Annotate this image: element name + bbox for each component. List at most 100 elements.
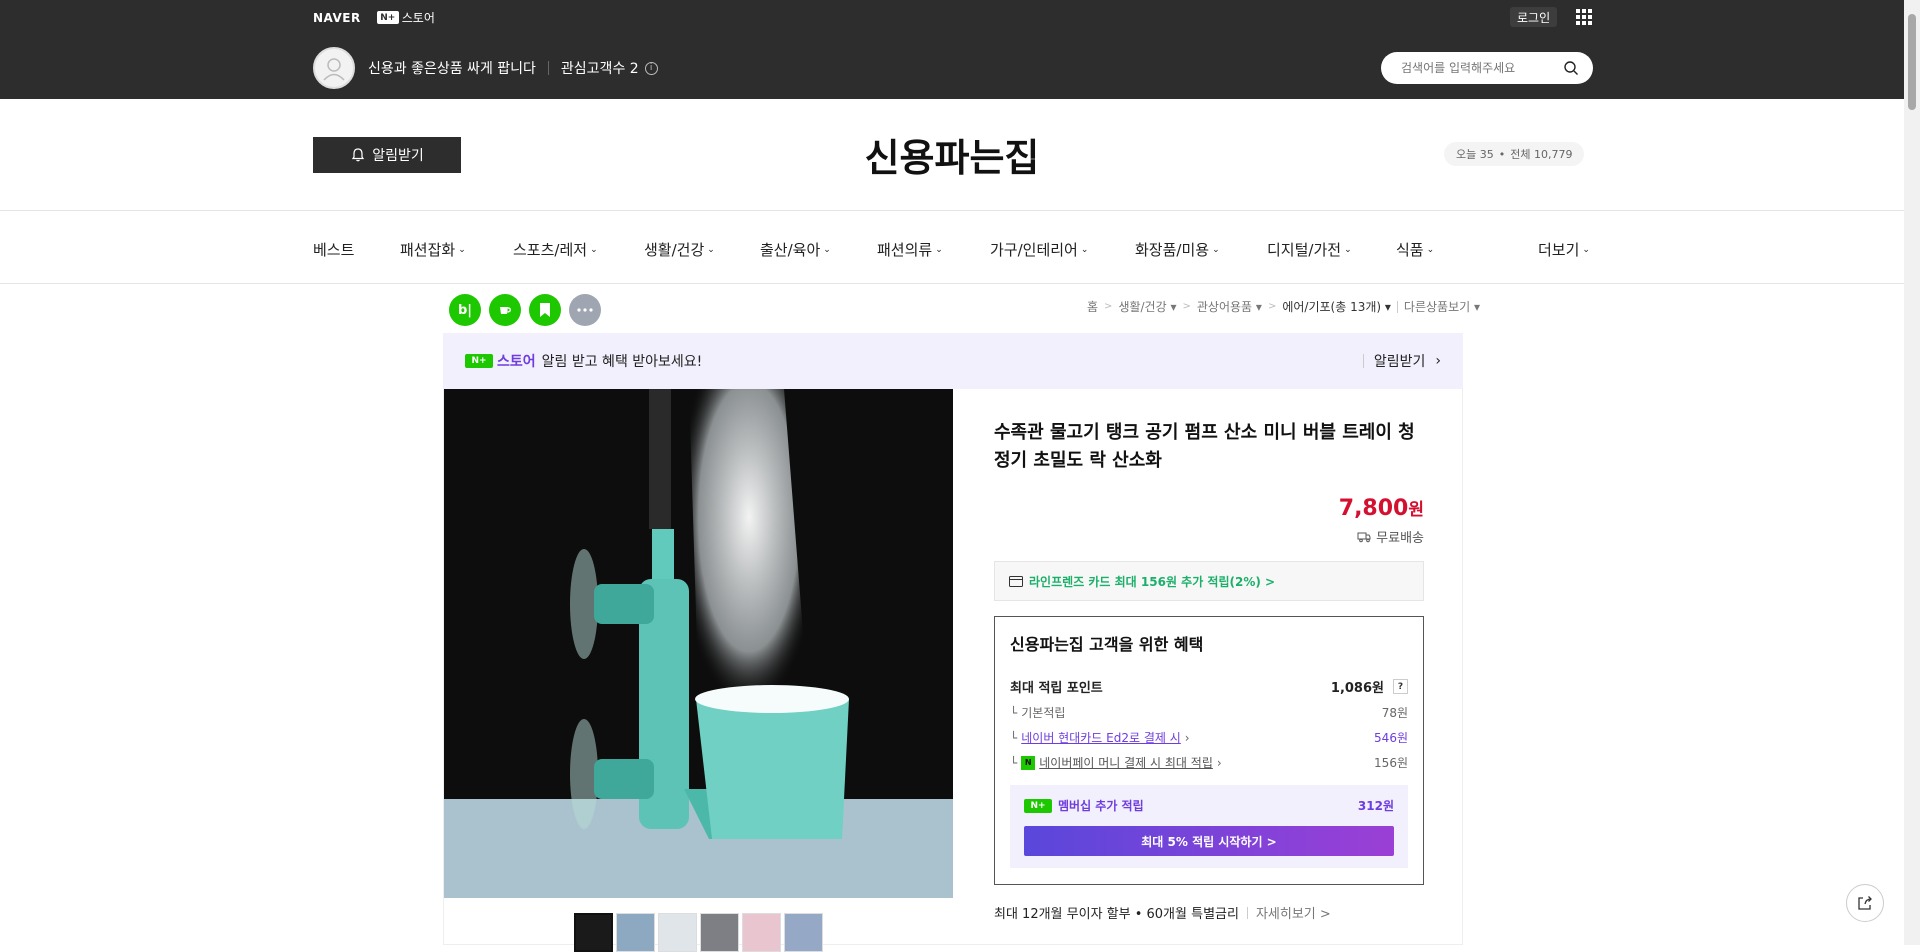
truck-icon <box>1357 532 1371 542</box>
thumbnail[interactable] <box>616 913 655 952</box>
blog-share-icon[interactable]: b| <box>449 294 481 326</box>
product-main-image[interactable] <box>444 389 953 898</box>
basic-points-value: 78원 <box>1381 706 1408 720</box>
nplus-promo-banner: N+ 스토어 알림 받고 혜택 받아보세요! 알림받기 › <box>443 333 1463 389</box>
product-info: 수족관 물고기 탱크 공기 펌프 산소 미니 버블 트레이 청정기 초밀도 락 … <box>994 419 1424 922</box>
search-input[interactable] <box>1401 61 1563 75</box>
visitors-dot: • <box>1498 147 1506 161</box>
benefit-box: 신용파는집 고객을 위한 혜택 최대 적립 포인트 1,086원? └ 기본적립… <box>994 616 1424 885</box>
breadcrumb-cat1[interactable]: 생활/건강 ▾ <box>1118 298 1176 315</box>
nav-item-baby[interactable]: 출산/육아 ⌄ <box>760 239 831 260</box>
naver-logo[interactable]: NAVER <box>313 11 361 25</box>
chevron-down-icon: ⌄ <box>1344 244 1352 255</box>
chevron-right-icon: > <box>1267 301 1277 312</box>
nplus-store-logo: N+ 스토어 <box>465 351 536 371</box>
pay-points-link[interactable]: 네이버페이 머니 결제 시 최대 적립 <box>1039 754 1213 771</box>
air-stone-image <box>444 389 953 898</box>
pay-points-value: 156원 <box>1374 756 1408 770</box>
card-points-row: └ 네이버 현대카드 Ed2로 결제 시 › 546원 <box>1010 729 1408 746</box>
nav-item-furniture[interactable]: 가구/인테리어 ⌄ <box>990 239 1088 260</box>
card-points-link[interactable]: 네이버 현대카드 Ed2로 결제 시 <box>1021 729 1181 746</box>
global-nav: NAVER N+ 스토어 <box>313 9 435 26</box>
store-header: 알림받기 신용파는집 오늘 35 • 전체 10,779 <box>0 99 1904 211</box>
visitors-today: 오늘 35 <box>1456 148 1494 161</box>
nav-item-more[interactable]: 더보기 ⌄ <box>1538 239 1590 260</box>
breadcrumb-home[interactable]: 홈 <box>1087 298 1098 315</box>
chevron-down-icon: ⌄ <box>590 244 598 255</box>
breadcrumb: 홈 > 생활/건강 ▾ > 관상어용품 ▾ > 에어/기포(총 13개) ▾ 다… <box>1087 298 1480 315</box>
category-nav: 베스트 패션잡화 ⌄ 스포츠/레저 ⌄ 생활/건강 ⌄ 출산/육아 ⌄ 패션의류 ⌄ 가구… <box>0 212 1904 284</box>
installment-text: 최대 12개월 무이자 할부 • 60개월 특별금리 <box>994 907 1239 922</box>
share-button[interactable] <box>1846 884 1884 922</box>
product-section: 수족관 물고기 탱크 공기 펌프 산소 미니 버블 트레이 청정기 초밀도 락 … <box>443 389 1463 952</box>
more-icon[interactable] <box>569 294 601 326</box>
promo-alarm-link[interactable]: 알림받기 › <box>1362 351 1441 371</box>
apps-grid-icon[interactable] <box>1576 9 1592 25</box>
seller-info: 신용과 좋은상품 싸게 팝니다 관심고객수 2 i <box>313 47 658 89</box>
chevron-down-icon: ⌄ <box>823 244 831 255</box>
bookmark-share-icon[interactable] <box>529 294 561 326</box>
card-benefit-text: 라인프렌즈 카드 최대 156원 추가 적립(2%) > <box>1029 574 1276 589</box>
nav-item-fashion-goods[interactable]: 패션잡화 ⌄ <box>400 239 466 260</box>
help-icon[interactable]: ? <box>1393 679 1408 694</box>
fans-count: 관심고객수 2 i <box>561 58 658 78</box>
cafe-share-icon[interactable] <box>489 294 521 326</box>
chevron-down-icon: ⌄ <box>1212 244 1220 255</box>
membership-start-button[interactable]: 최대 5% 적립 시작하기 > <box>1024 826 1394 856</box>
naver-pay-icon: N <box>1021 755 1036 770</box>
chevron-down-icon: ⌄ <box>707 244 715 255</box>
product-price: 7,800원 <box>994 495 1424 521</box>
thumbnail[interactable] <box>742 913 781 952</box>
price-unit: 원 <box>1408 500 1424 520</box>
nav-item-living[interactable]: 생활/건강 ⌄ <box>644 239 715 260</box>
chevron-down-icon: ⌄ <box>458 244 466 255</box>
installment-info: 최대 12개월 무이자 할부 • 60개월 특별금리 자세히보기 > <box>994 903 1424 922</box>
seller-name[interactable]: 신용과 좋은상품 싸게 팝니다 <box>368 58 536 78</box>
breadcrumb-cat3[interactable]: 에어/기포(총 13개) ▾ <box>1282 298 1391 315</box>
divider <box>547 61 549 75</box>
max-points-row: 최대 적립 포인트 1,086원? <box>1010 677 1408 696</box>
visitors-total: 전체 10,779 <box>1510 148 1573 161</box>
share-icon <box>1858 896 1872 910</box>
store-title[interactable]: 신용파는집 <box>0 127 1904 182</box>
nav-item-beauty[interactable]: 화장품/미용 ⌄ <box>1135 239 1220 260</box>
card-benefit[interactable]: 라인프렌즈 카드 최대 156원 추가 적립(2%) > <box>994 561 1424 601</box>
top-bar: NAVER N+ 스토어 로그인 신용과 좋은상품 싸게 팝니다 관심고객수 2… <box>0 0 1904 99</box>
promo-action: 알림받기 <box>1373 354 1426 370</box>
nav-item-digital[interactable]: 디지털/가전 ⌄ <box>1267 239 1352 260</box>
login-button[interactable]: 로그인 <box>1510 7 1558 27</box>
nav-item-sports[interactable]: 스포츠/레저 ⌄ <box>513 239 598 260</box>
card-points-value: 546원 <box>1374 731 1408 745</box>
membership-label: 멤버십 추가 적립 <box>1058 799 1144 813</box>
profile-icon <box>323 58 345 81</box>
credit-card-icon <box>1009 575 1023 587</box>
avatar[interactable] <box>313 47 355 89</box>
fans-label: 관심고객수 2 <box>560 61 639 77</box>
chevron-down-icon: ⌄ <box>1426 244 1435 255</box>
benefit-title: 신용파는집 고객을 위한 혜택 <box>1010 635 1204 654</box>
divider <box>1362 354 1364 368</box>
thumbnail[interactable] <box>700 913 739 952</box>
installment-more-link[interactable]: 자세히보기 > <box>1256 903 1331 922</box>
nplus-badge: N+ <box>376 11 399 24</box>
product-title: 수족관 물고기 탱크 공기 펌프 산소 미니 버블 트레이 청정기 초밀도 락 … <box>994 422 1415 471</box>
chevron-right-icon: > <box>1182 301 1191 312</box>
chevron-right-icon: > <box>1104 301 1113 312</box>
shipping-label: 무료배송 <box>1376 531 1424 546</box>
thumbnail[interactable] <box>574 913 613 952</box>
nav-item-fashion-clothing[interactable]: 패션의류 ⌄ <box>877 239 943 260</box>
share-sns: b| <box>449 294 601 326</box>
nav-item-best[interactable]: 베스트 <box>313 239 354 260</box>
thumbnail[interactable] <box>658 913 697 952</box>
thumbnail[interactable] <box>784 913 823 952</box>
breadcrumb-cat2[interactable]: 관상어용품 ▾ <box>1197 298 1262 315</box>
page-scrollbar[interactable] <box>1904 0 1920 945</box>
promo-text: 알림 받고 혜택 받아보세요! <box>541 354 703 370</box>
info-icon[interactable]: i <box>644 61 658 75</box>
scrollbar-thumb[interactable] <box>1908 14 1916 110</box>
search-box <box>1381 52 1593 84</box>
nplus-store-link[interactable]: N+ 스토어 <box>376 9 435 26</box>
nav-item-food[interactable]: 식품 ⌄ <box>1396 239 1434 260</box>
search-icon[interactable] <box>1563 60 1579 76</box>
other-products-link[interactable]: 다른상품보기 ▾ <box>1404 298 1480 315</box>
